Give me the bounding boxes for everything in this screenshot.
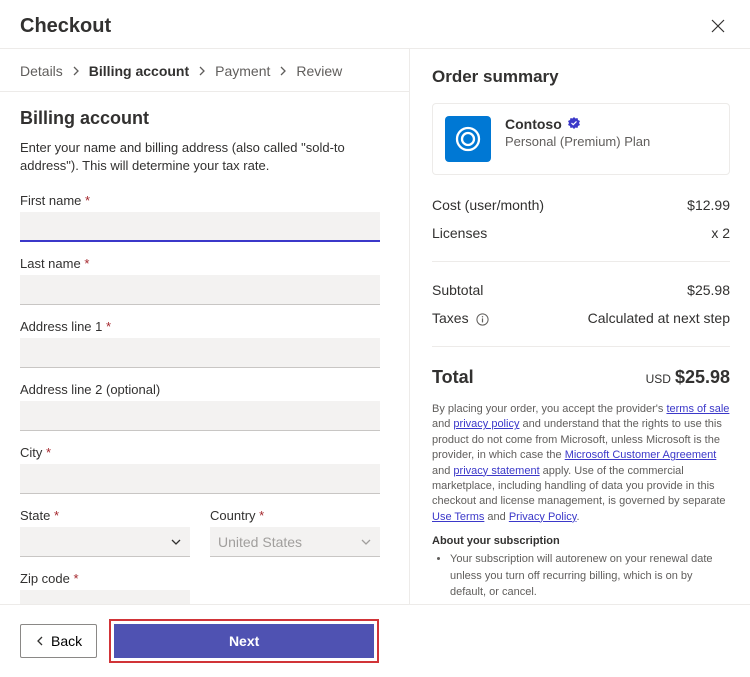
- breadcrumb-step-review[interactable]: Review: [296, 63, 342, 79]
- address1-label: Address line 1 *: [20, 319, 389, 334]
- order-summary: Order summary Contoso Personal (Premium)…: [410, 49, 750, 604]
- state-select[interactable]: [20, 527, 190, 557]
- taxes-row: Taxes Calculated at next step: [432, 304, 730, 332]
- total-currency: USD: [646, 372, 671, 386]
- address2-field[interactable]: [20, 401, 380, 431]
- first-name-field[interactable]: [20, 212, 380, 242]
- page-title: Checkout: [20, 15, 111, 38]
- about-subscription-heading: About your subscription: [432, 535, 730, 547]
- divider: [432, 261, 730, 262]
- footer: Back Next: [0, 604, 750, 677]
- breadcrumb-step-details[interactable]: Details: [20, 63, 63, 79]
- zip-field[interactable]: [20, 590, 190, 604]
- cost-label: Cost (user/month): [432, 197, 544, 213]
- total-value: $25.98: [675, 367, 730, 387]
- link-use-terms[interactable]: Use Terms: [432, 511, 484, 523]
- legal-text: By placing your order, you accept the pr…: [432, 402, 730, 525]
- address2-label: Address line 2 (optional): [20, 382, 389, 397]
- cost-row: Cost (user/month) $12.99: [432, 191, 730, 219]
- divider: [432, 346, 730, 347]
- licenses-value: x 2: [711, 225, 730, 241]
- licenses-label: Licenses: [432, 225, 487, 241]
- total-row: Total USD $25.98: [432, 361, 730, 402]
- taxes-value: Calculated at next step: [588, 310, 730, 326]
- chevron-left-icon: [35, 636, 45, 646]
- close-icon: [710, 18, 726, 34]
- chevron-down-icon: [360, 536, 372, 548]
- close-button[interactable]: [706, 14, 730, 38]
- spiral-icon: [453, 124, 483, 154]
- country-label: Country *: [210, 508, 380, 523]
- subtotal-label: Subtotal: [432, 282, 483, 298]
- first-name-label: First name *: [20, 193, 389, 208]
- link-terms-of-sale[interactable]: terms of sale: [666, 403, 729, 415]
- chevron-down-icon: [170, 536, 182, 548]
- section-heading: Billing account: [20, 108, 389, 129]
- chevron-right-icon: [278, 66, 288, 76]
- licenses-row: Licenses x 2: [432, 219, 730, 247]
- breadcrumb-step-payment[interactable]: Payment: [215, 63, 270, 79]
- product-logo: [445, 116, 491, 162]
- link-privacy-policy-2[interactable]: Privacy Policy: [509, 511, 577, 523]
- product-name: Contoso: [505, 116, 562, 132]
- subtotal-value: $25.98: [687, 282, 730, 298]
- header: Checkout: [0, 0, 750, 48]
- city-label: City *: [20, 445, 389, 460]
- section-description: Enter your name and billing address (als…: [20, 139, 389, 175]
- chevron-right-icon: [71, 66, 81, 76]
- breadcrumb-step-billing[interactable]: Billing account: [89, 63, 189, 79]
- product-card: Contoso Personal (Premium) Plan: [432, 103, 730, 175]
- last-name-label: Last name *: [20, 256, 389, 271]
- highlight-box: Next: [109, 619, 379, 663]
- summary-heading: Order summary: [432, 67, 730, 87]
- chevron-right-icon: [197, 66, 207, 76]
- zip-label: Zip code *: [20, 571, 389, 586]
- verified-icon: [568, 117, 580, 132]
- address1-field[interactable]: [20, 338, 380, 368]
- total-label: Total: [432, 367, 474, 388]
- product-plan: Personal (Premium) Plan: [505, 134, 650, 149]
- next-button[interactable]: Next: [114, 624, 374, 658]
- back-button[interactable]: Back: [20, 624, 97, 658]
- left-column: Details Billing account Payment Review B…: [0, 49, 410, 604]
- country-select: United States: [210, 527, 380, 557]
- list-item: Your subscription will autorenew on your…: [450, 551, 730, 601]
- taxes-label: Taxes: [432, 310, 469, 326]
- list-item: You can manage your subscription from Ma…: [450, 601, 730, 604]
- cost-value: $12.99: [687, 197, 730, 213]
- subtotal-row: Subtotal $25.98: [432, 276, 730, 304]
- last-name-field[interactable]: [20, 275, 380, 305]
- link-privacy-statement[interactable]: privacy statement: [453, 465, 539, 477]
- city-field[interactable]: [20, 464, 380, 494]
- info-icon[interactable]: [476, 313, 489, 326]
- state-label: State *: [20, 508, 190, 523]
- about-subscription-list: Your subscription will autorenew on your…: [432, 551, 730, 604]
- breadcrumb: Details Billing account Payment Review: [0, 49, 409, 92]
- link-privacy-policy[interactable]: privacy policy: [453, 418, 519, 430]
- link-mca[interactable]: Microsoft Customer Agreement: [565, 449, 717, 461]
